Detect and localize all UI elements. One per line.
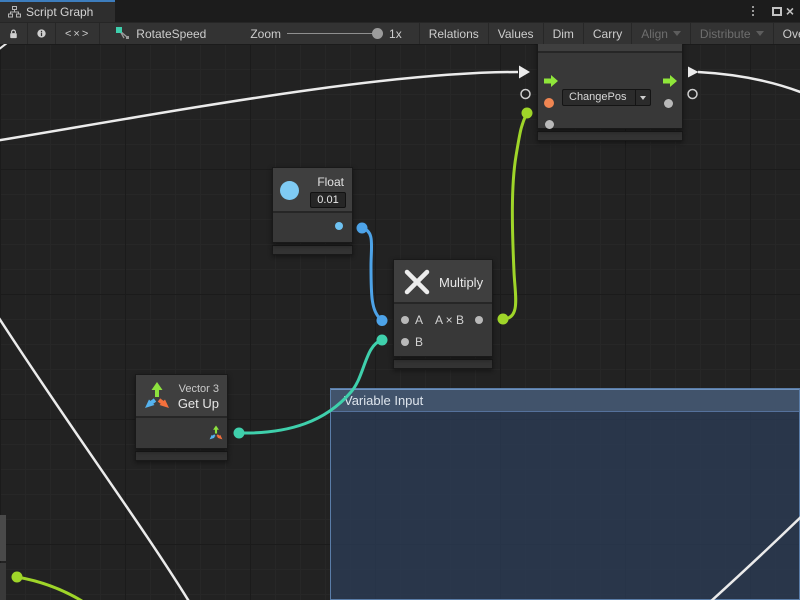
tab-title: Script Graph	[26, 5, 93, 19]
zoom-slider-handle[interactable]	[372, 28, 383, 39]
edge-white-into-graph	[0, 72, 518, 141]
graph-toolbar: <×> RotateSpeed Zoom 1x Relations Values…	[0, 22, 800, 44]
graph-hierarchy-icon	[8, 6, 21, 18]
edge-blue-float-to-multiply	[362, 228, 382, 320]
lock-icon	[9, 28, 18, 40]
chevron-down-icon	[673, 31, 681, 36]
inspect-button[interactable]	[28, 23, 56, 44]
node-float[interactable]: Float 0.01	[272, 167, 353, 255]
variable-select[interactable]: ChangePos	[562, 89, 651, 106]
graph-node-header[interactable]: Graph	[538, 44, 682, 53]
variable-select-arrow[interactable]	[635, 90, 650, 105]
input-b-port[interactable]	[401, 338, 409, 346]
input-b-label: B	[415, 335, 423, 349]
code-icon: <×>	[65, 28, 90, 40]
edge-white-out-of-graph	[698, 72, 800, 93]
multiply-x-icon	[404, 269, 430, 295]
green-edge-end-dot	[522, 108, 533, 119]
empty-port-circle-right[interactable]	[688, 90, 697, 99]
blue-edge-end-dot	[377, 315, 388, 326]
group-header[interactable]: Variable Input	[331, 389, 799, 412]
empty-port-circle-left[interactable]	[521, 90, 530, 99]
input-port-dot[interactable]	[545, 120, 554, 129]
zoom-value: 1x	[389, 27, 402, 41]
node-multiply[interactable]: Multiply A A × B B	[393, 259, 493, 369]
chevron-down-icon	[756, 31, 764, 36]
chevron-down-icon	[640, 96, 646, 100]
relations-button[interactable]: Relations	[419, 23, 489, 44]
zoom-control: Zoom 1x	[241, 23, 410, 44]
green-edge-start-dot	[498, 314, 509, 325]
zoom-label: Zoom	[250, 27, 281, 41]
multiply-node-header[interactable]: Multiply	[394, 260, 492, 304]
output-port[interactable]	[475, 316, 483, 324]
variable-select-value: ChangePos	[563, 90, 635, 105]
edge-corner-white	[0, 44, 7, 50]
teal-edge-start-dot	[234, 428, 245, 439]
output-port-dot[interactable]	[664, 99, 673, 108]
graph-canvas[interactable]: Variable Input	[0, 44, 800, 600]
vector3-title: Vector 3	[179, 383, 219, 395]
flow-arrow-in	[519, 66, 530, 79]
values-button[interactable]: Values	[489, 23, 544, 44]
vector3-node-header[interactable]: Vector 3 Get Up	[136, 375, 227, 418]
input-a-label: A	[415, 313, 423, 327]
node-footer	[135, 451, 228, 461]
node-vector3-get-up[interactable]: Vector 3 Get Up	[135, 374, 228, 461]
node-footer	[393, 359, 493, 369]
input-a-port[interactable]	[401, 316, 409, 324]
tab-script-graph[interactable]: Script Graph	[0, 0, 115, 22]
vector3-axes-icon	[142, 381, 172, 411]
offscreen-node-body[interactable]	[0, 563, 6, 600]
group-variable-input[interactable]: Variable Input	[330, 388, 800, 600]
vector3-operation: Get Up	[178, 396, 219, 411]
align-button: Align	[632, 23, 691, 44]
flow-output-port[interactable]	[663, 75, 677, 87]
float-title: Float	[317, 175, 344, 189]
variable-port-orange[interactable]	[544, 98, 554, 108]
distribute-button: Distribute	[691, 23, 774, 44]
zoom-slider[interactable]	[287, 33, 379, 34]
edit-source-button[interactable]: <×>	[56, 23, 100, 44]
dim-button[interactable]: Dim	[544, 23, 584, 44]
offscreen-node-header[interactable]	[0, 515, 6, 561]
node-graph-unit[interactable]: Graph ChangePos	[537, 44, 683, 141]
window-menu-icon[interactable]	[746, 0, 760, 22]
breadcrumb-graph-name: RotateSpeed	[136, 27, 206, 41]
vector3-output-port[interactable]	[208, 425, 224, 441]
float-output-port[interactable]	[335, 222, 343, 230]
blue-edge-start-dot	[357, 223, 368, 234]
teal-edge-end-dot	[377, 335, 388, 346]
float-value-input[interactable]: 0.01	[310, 192, 346, 208]
edge-green-multiply-to-graph	[503, 113, 527, 319]
green-edge-dot-bottom-left	[12, 572, 23, 583]
breadcrumb-root[interactable]: RotateSpeed	[100, 23, 215, 44]
lock-button[interactable]	[0, 23, 28, 44]
info-icon	[37, 27, 46, 40]
maximize-icon[interactable]	[772, 0, 782, 22]
flow-input-port[interactable]	[544, 75, 558, 87]
edge-green-bottom-left	[17, 577, 82, 600]
float-node-header[interactable]: Float 0.01	[273, 168, 352, 213]
multiply-title: Multiply	[439, 275, 483, 290]
output-label: A × B	[435, 313, 464, 327]
tab-bar: Script Graph ×	[0, 0, 800, 22]
carry-button[interactable]: Carry	[584, 23, 632, 44]
node-footer	[537, 131, 683, 141]
flow-arrow-out	[688, 67, 699, 78]
overview-button[interactable]: Overview	[774, 23, 800, 44]
node-footer	[272, 245, 353, 255]
close-icon[interactable]: ×	[782, 0, 798, 22]
script-graph-window: Script Graph × <×>	[0, 0, 800, 600]
group-title: Variable Input	[344, 393, 423, 408]
float-type-icon	[280, 181, 299, 200]
graph-asset-icon	[116, 27, 130, 40]
